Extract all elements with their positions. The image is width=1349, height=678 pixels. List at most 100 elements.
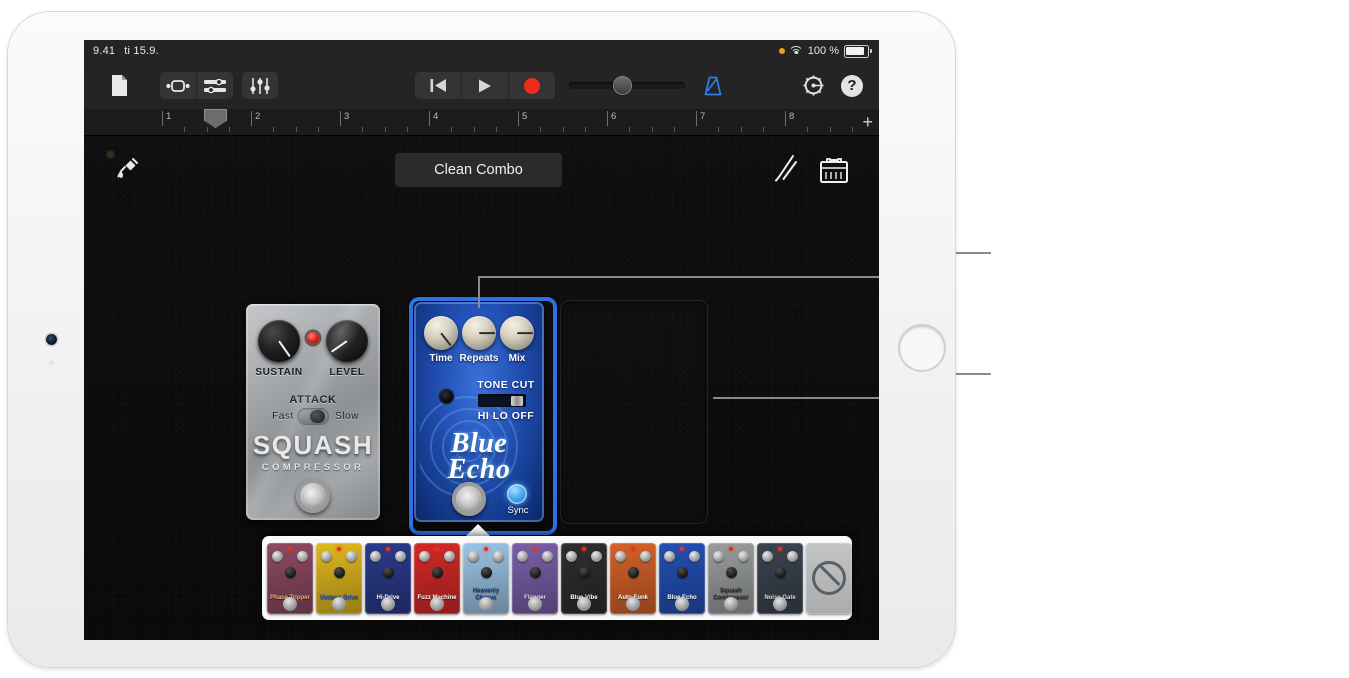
thumb-knob xyxy=(468,550,479,562)
loop-browser-icon[interactable] xyxy=(160,72,196,99)
thumb-knob xyxy=(578,566,590,578)
knob-level[interactable] xyxy=(326,320,368,362)
tone-cut-title: TONE CUT xyxy=(477,379,535,391)
browser-pedal-5[interactable]: Flanger xyxy=(512,542,558,614)
ruler-subtick xyxy=(473,127,475,132)
browser-pedal-6[interactable]: Blue Vibe xyxy=(561,542,607,614)
thumb-knob xyxy=(321,550,332,562)
ruler-subtick xyxy=(584,127,586,132)
ruler-subtick xyxy=(629,127,631,132)
knob-mix[interactable] xyxy=(500,316,534,350)
thumb-led xyxy=(680,546,684,551)
knob-repeats[interactable] xyxy=(462,316,496,350)
metronome-icon[interactable] xyxy=(700,72,726,99)
attack-slow-label: Slow xyxy=(334,411,360,422)
status-date: ti 15.9. xyxy=(124,45,159,57)
ruler-bar-label: 6 xyxy=(611,111,617,122)
thumb-led xyxy=(533,546,537,551)
attack-switch[interactable] xyxy=(297,408,329,425)
battery-icon xyxy=(844,44,872,58)
tuning-fork-icon[interactable] xyxy=(772,153,800,185)
thumb-led xyxy=(729,546,733,551)
volume-slider-handle[interactable] xyxy=(614,77,631,94)
ruler-bar: 6 xyxy=(607,109,696,135)
browser-pedal-8[interactable]: Blue Echo xyxy=(659,542,705,614)
sync-label: Sync xyxy=(507,505,529,516)
view-segmented-control xyxy=(160,72,233,99)
echo-footswitch[interactable] xyxy=(452,482,486,516)
thumb-footswitch xyxy=(381,596,395,611)
master-volume-slider[interactable] xyxy=(569,77,685,94)
rewind-icon[interactable] xyxy=(415,72,461,99)
thumb-footswitch xyxy=(528,596,542,611)
ruler-subtick xyxy=(273,127,275,132)
pedal-browser[interactable]: Phase TripperVintage DriveHi-DriveFuzz M… xyxy=(262,536,852,620)
preset-name-label: Clean Combo xyxy=(434,162,523,178)
knob-sustain[interactable] xyxy=(258,320,300,362)
home-button[interactable] xyxy=(898,324,946,372)
ipad-device: 9.41 ti 15.9. 100 % ? 1 2 3 4 5 6 7 8 + … xyxy=(8,12,955,667)
attack-fast-label: Fast xyxy=(272,411,294,422)
amp-stack-icon[interactable] xyxy=(818,154,850,184)
help-label: ? xyxy=(841,74,863,97)
thumb-footswitch xyxy=(773,596,787,611)
screenshot-stage: 9.41 ti 15.9. 100 % ? 1 2 3 4 5 6 7 8 + … xyxy=(0,0,1349,678)
ruler-bar-label: 2 xyxy=(255,111,261,122)
thumb-led xyxy=(288,546,292,551)
thumb-footswitch xyxy=(626,596,640,611)
thumb-led xyxy=(435,546,439,551)
playhead-marker[interactable] xyxy=(204,109,227,135)
ruler-subtick xyxy=(740,127,742,132)
document-icon[interactable] xyxy=(106,72,132,99)
play-icon[interactable] xyxy=(461,72,508,99)
browser-pedal-9[interactable]: Squash Compressor xyxy=(708,542,754,614)
amp-header: Clean Combo xyxy=(84,136,879,198)
main-toolbar: ? xyxy=(84,62,879,110)
ruler-bar-label: 8 xyxy=(789,111,795,122)
squash-footswitch[interactable] xyxy=(296,479,330,513)
ruler-bar: 4 xyxy=(429,109,518,135)
thumb-led xyxy=(484,546,488,551)
thumb-knob xyxy=(333,566,345,578)
guitar-cable-icon[interactable] xyxy=(112,154,142,184)
browser-pedal-0[interactable]: Phase Tripper xyxy=(267,542,313,614)
thumb-footswitch xyxy=(479,596,493,611)
thumb-knob xyxy=(591,550,602,562)
status-bar: 9.41 ti 15.9. 100 % xyxy=(84,40,879,62)
browser-pedal-4[interactable]: Heavenly Chorus xyxy=(463,542,509,614)
empty-pedal-slot[interactable] xyxy=(560,300,708,524)
thumb-footswitch xyxy=(430,596,444,611)
add-section-button[interactable]: + xyxy=(862,113,873,131)
thumb-knob xyxy=(627,566,639,578)
mixer-faders-icon[interactable] xyxy=(242,72,278,99)
timeline-ruler[interactable]: 1 2 3 4 5 6 7 8 + xyxy=(84,109,879,136)
thumb-knob xyxy=(284,566,296,578)
browser-pedal-2[interactable]: Hi-Drive xyxy=(365,542,411,614)
help-button[interactable]: ? xyxy=(839,72,865,99)
callout-line-knob-vertical xyxy=(478,276,480,308)
knob-level-label: LEVEL xyxy=(329,367,365,378)
pedal-blue-echo-name2: Echo xyxy=(447,454,511,485)
pedal-blue-echo[interactable]: Time Repeats Mix TONE CUT HI LO OFF Blue… xyxy=(414,302,544,522)
preset-name-button[interactable]: Clean Combo xyxy=(395,153,562,187)
ruler-subtick xyxy=(851,127,853,132)
thumb-knob xyxy=(297,550,308,562)
track-view-icon[interactable] xyxy=(196,72,233,99)
ruler-subtick xyxy=(362,127,364,132)
browser-pedal-7[interactable]: Auto-Funk xyxy=(610,542,656,614)
sync-button[interactable] xyxy=(507,484,527,504)
gear-icon[interactable] xyxy=(800,72,826,99)
browser-pedal-1[interactable]: Vintage Drive xyxy=(316,542,362,614)
thumb-knob xyxy=(566,550,577,562)
tone-cut-switch[interactable] xyxy=(478,394,526,407)
browser-pedal-11[interactable] xyxy=(806,542,852,614)
callout-stub-lower xyxy=(955,373,991,375)
thumb-footswitch xyxy=(283,596,297,611)
browser-pedal-10[interactable]: Noise Gate xyxy=(757,542,803,614)
pedal-squash-compressor[interactable]: SUSTAIN LEVEL ATTACK Fast Slow SQUASH CO… xyxy=(246,304,380,520)
wifi-icon xyxy=(788,46,804,56)
knob-time[interactable] xyxy=(424,316,458,350)
browser-pedal-3[interactable]: Fuzz Machine xyxy=(414,542,460,614)
ruler-subtick xyxy=(228,127,230,132)
record-icon[interactable] xyxy=(508,72,555,99)
